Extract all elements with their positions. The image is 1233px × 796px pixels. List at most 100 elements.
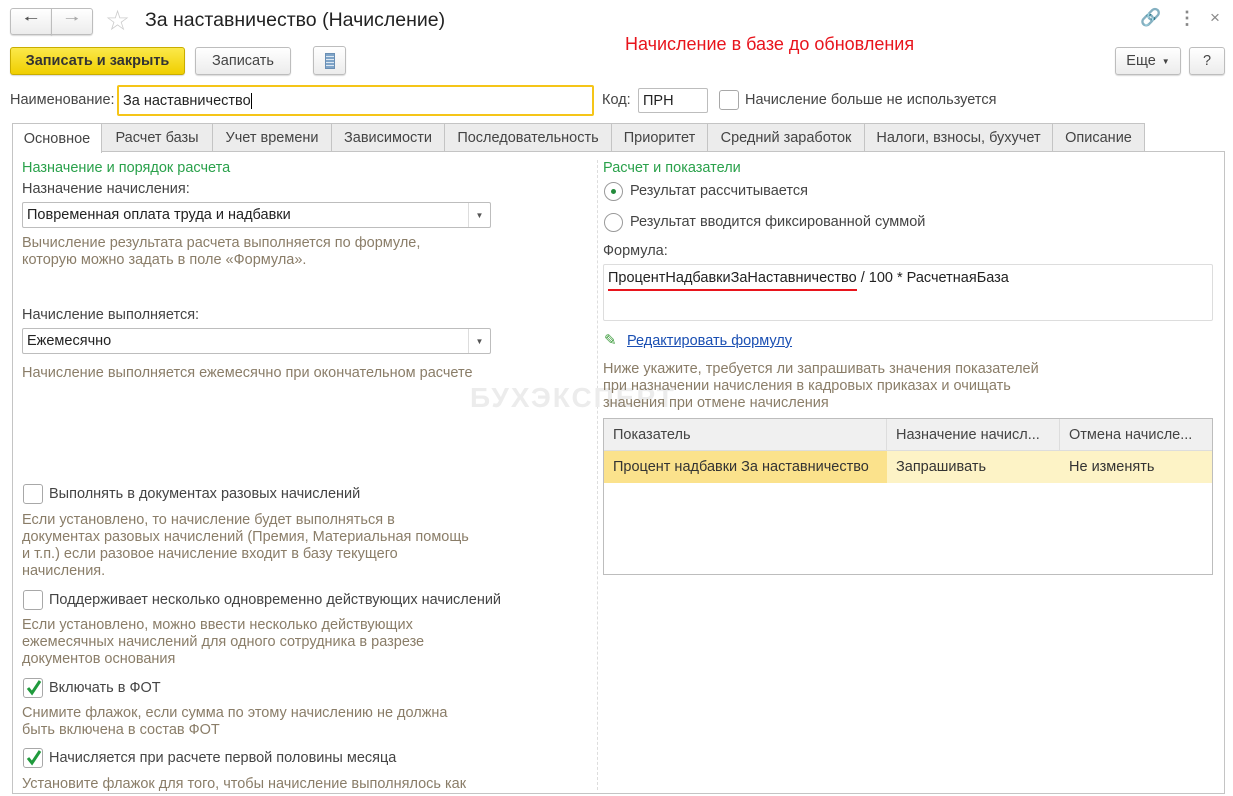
name-value: За наставничество	[123, 92, 251, 109]
column-divider	[597, 160, 598, 790]
document-list-icon	[324, 52, 335, 69]
column-header-assignment[interactable]: Назначение начисл...	[887, 419, 1060, 451]
hint-line: Вычисление результата расчета выполняетс…	[22, 235, 421, 251]
hint-line: значения при отмене начисления	[603, 395, 829, 411]
one-time-docs-hint: Если установлено, то начисление будет вы…	[22, 512, 469, 580]
indicators-hint: Ниже укажите, требуется ли запрашивать з…	[603, 361, 1039, 412]
report-button[interactable]	[313, 46, 346, 75]
tab-label: Последовательность	[457, 130, 599, 146]
hint-line: при назначении начисления в кадровых при…	[603, 378, 1011, 394]
purpose-label: Назначение начисления:	[22, 181, 190, 197]
more-menu-icon[interactable]: ⋮	[1178, 8, 1196, 29]
arrow-left-icon: 🠐	[24, 11, 38, 28]
first-half-label: Начисляется при расчете первой половины …	[49, 750, 397, 766]
tab-label: Приоритет	[623, 130, 696, 146]
column-header-indicator[interactable]: Показатель	[604, 419, 887, 451]
first-half-hint: Установите флажок для того, чтобы начисл…	[22, 776, 467, 792]
save-button[interactable]: Записать	[195, 47, 291, 75]
tab-dependencies[interactable]: Зависимости	[331, 123, 445, 152]
more-button[interactable]: Еще ▼	[1115, 47, 1181, 75]
help-label: ?	[1202, 53, 1212, 69]
indicators-table[interactable]: Показатель Назначение начисл... Отмена н…	[603, 418, 1213, 575]
tab-taxes[interactable]: Налоги, взносы, бухучет	[864, 123, 1053, 152]
name-label: Наименование:	[10, 92, 115, 108]
tab-time-tracking[interactable]: Учет времени	[212, 123, 332, 152]
save-and-close-label: Записать и закрыть	[25, 53, 170, 69]
multiple-accruals-label: Поддерживает несколько одновременно дейс…	[49, 592, 502, 608]
help-button[interactable]: ?	[1189, 47, 1225, 75]
tab-label: Зависимости	[344, 130, 432, 146]
hint-line: Ниже укажите, требуется ли запрашивать з…	[603, 361, 1039, 377]
one-time-docs-label: Выполнять в документах разовых начислени…	[49, 486, 361, 502]
radio-fixed[interactable]	[604, 213, 623, 232]
hint-line: ежемесячных начислений для одного сотруд…	[22, 634, 425, 650]
first-half-checkbox[interactable]	[23, 748, 43, 768]
pencil-icon: ✎	[604, 332, 617, 349]
period-hint: Начисление выполняется ежемесячно при ок…	[22, 365, 473, 381]
favorite-star-icon[interactable]: ☆	[105, 4, 130, 37]
window-title: За наставничество (Начисление)	[145, 9, 446, 31]
include-fot-checkbox[interactable]	[23, 678, 43, 698]
tab-sequence[interactable]: Последовательность	[444, 123, 612, 152]
multiple-accruals-checkbox[interactable]	[23, 590, 43, 610]
purpose-hint: Вычисление результата расчета выполняетс…	[22, 235, 420, 269]
period-select[interactable]: Ежемесячно ▼	[22, 328, 491, 354]
tab-label: Средний заработок	[720, 130, 852, 146]
one-time-docs-checkbox[interactable]	[23, 484, 43, 504]
formula-input[interactable]: ПроцентНадбавкиЗаНаставничество / 100 * …	[603, 264, 1213, 321]
tab-description[interactable]: Описание	[1052, 123, 1145, 152]
link-icon[interactable]: 🔗	[1140, 8, 1161, 28]
dropdown-arrow-icon[interactable]: ▼	[468, 329, 490, 353]
forward-button[interactable]: 🠒	[51, 8, 93, 35]
cell-cancel[interactable]: Не изменять	[1060, 451, 1212, 483]
tab-label: Налоги, взносы, бухучет	[876, 130, 1041, 146]
chevron-down-icon: ▼	[1161, 56, 1170, 66]
checkmark-icon	[26, 680, 42, 696]
section-title-purpose: Назначение и порядок расчета	[22, 160, 231, 176]
arrow-right-icon: 🠒	[65, 11, 79, 28]
period-label: Начисление выполняется:	[22, 307, 200, 323]
checkmark-icon	[26, 750, 42, 766]
hint-line: Если установлено, то начисление будет вы…	[22, 512, 395, 528]
edit-formula-link[interactable]: Редактировать формулу	[627, 333, 792, 349]
radio-calculated-label: Результат рассчитывается	[630, 183, 808, 199]
tab-label: Расчет базы	[115, 130, 199, 146]
save-and-close-button[interactable]: Записать и закрыть	[10, 47, 185, 75]
hint-line: которую можно задать в поле «Формула».	[22, 252, 307, 268]
tab-base-calc[interactable]: Расчет базы	[101, 123, 213, 152]
hint-line: Если установлено, можно ввести несколько…	[22, 617, 413, 633]
purpose-select[interactable]: Повременная оплата труда и надбавки ▼	[22, 202, 491, 228]
hint-line: начисления.	[22, 563, 106, 579]
unused-checkbox[interactable]	[719, 90, 739, 110]
code-label: Код:	[602, 92, 631, 108]
tab-priority[interactable]: Приоритет	[611, 123, 708, 152]
column-header-cancel[interactable]: Отмена начисле...	[1060, 419, 1212, 451]
include-fot-hint: Снимите флажок, если сумма по этому начи…	[22, 705, 448, 739]
hint-line: Снимите флажок, если сумма по этому начи…	[22, 705, 448, 721]
tab-main[interactable]: Основное	[12, 123, 102, 153]
code-input[interactable]: ПРН	[638, 88, 708, 113]
hint-line: быть включена в состав ФОТ	[22, 722, 220, 738]
include-fot-label: Включать в ФОТ	[49, 680, 161, 696]
tab-label: Описание	[1065, 130, 1132, 146]
more-label: Еще	[1126, 53, 1156, 69]
hint-line: документов основания	[22, 651, 176, 667]
formula-rest: / 100 * РасчетнаяБаза	[856, 270, 1009, 286]
cell-assignment[interactable]: Запрашивать	[887, 451, 1060, 483]
radio-calculated[interactable]	[604, 182, 623, 201]
unused-label: Начисление больше не используется	[745, 92, 997, 108]
dropdown-arrow-icon[interactable]: ▼	[468, 203, 490, 227]
close-icon[interactable]: ×	[1210, 8, 1220, 28]
code-value: ПРН	[643, 92, 674, 109]
annotation-text: Начисление в базе до обновления	[625, 34, 915, 54]
back-button[interactable]: 🠐	[10, 8, 52, 35]
save-label: Записать	[212, 53, 274, 69]
radio-fixed-label: Результат вводится фиксированной суммой	[630, 214, 926, 230]
period-value: Ежемесячно	[27, 333, 112, 349]
formula-variable: ПроцентНадбавкиЗаНаставничество	[608, 270, 857, 291]
name-input[interactable]: За наставничество	[117, 85, 594, 116]
section-title-calc: Расчет и показатели	[603, 160, 741, 176]
tab-average-earnings[interactable]: Средний заработок	[707, 123, 865, 152]
cell-indicator[interactable]: Процент надбавки За наставничество	[604, 451, 887, 483]
multiple-accruals-hint: Если установлено, можно ввести несколько…	[22, 617, 424, 668]
